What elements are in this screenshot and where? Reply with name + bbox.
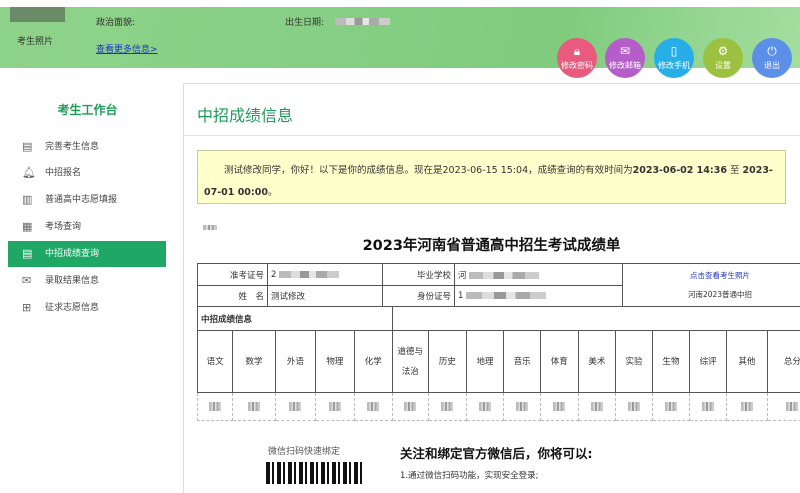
notice-start: 2023-06-02 14:36 bbox=[633, 165, 727, 176]
mail-icon: ✉ bbox=[605, 45, 645, 59]
ticket-label: 准考证号 bbox=[198, 264, 268, 286]
change-email-button[interactable]: ✉修改邮箱 bbox=[605, 38, 645, 78]
score-cell bbox=[429, 393, 467, 421]
wechat-scan-label: 微信扫码快速绑定 bbox=[268, 444, 340, 457]
subject-header: 体育 bbox=[540, 331, 578, 393]
score-cell bbox=[466, 393, 504, 421]
logo-blurred bbox=[203, 225, 217, 230]
sidebar-item-score-query[interactable]: ▤中招成绩查询 bbox=[8, 241, 166, 267]
score-section-blank bbox=[392, 307, 800, 331]
score-cell bbox=[690, 393, 726, 421]
change-phone-button[interactable]: ▯修改手机 bbox=[654, 38, 694, 78]
notice-tail: 。 bbox=[268, 187, 278, 198]
sidebar-item-application[interactable]: ▥普通高中志愿填报 bbox=[8, 187, 166, 213]
subject-header: 道德与法治 bbox=[392, 331, 428, 393]
sidebar-title: 考生工作台 bbox=[0, 101, 175, 118]
subject-header: 综评 bbox=[690, 331, 726, 393]
settings-button[interactable]: ⚙设置 bbox=[703, 38, 743, 78]
subject-header: 音乐 bbox=[504, 331, 540, 393]
score-cell bbox=[616, 393, 652, 421]
power-icon: ⏻ bbox=[752, 45, 792, 59]
student-photo bbox=[10, 7, 65, 22]
subject-header: 物理 bbox=[315, 331, 354, 393]
subject-header: 总分 bbox=[768, 331, 800, 393]
birth-label: 出生日期: bbox=[285, 15, 324, 28]
student-info-table: 准考证号 2 毕业学校 河 点击查看考生照片 河南2023普通中招 姓 名 测试… bbox=[197, 263, 800, 307]
score-cell bbox=[768, 393, 800, 421]
id-value: 1 bbox=[455, 286, 623, 307]
photo-label: 考生照片 bbox=[17, 34, 53, 47]
more-info-link[interactable]: 查看更多信息> bbox=[96, 42, 158, 55]
score-cell bbox=[233, 393, 276, 421]
id-label: 身份证号 bbox=[383, 286, 455, 307]
subject-header: 数学 bbox=[233, 331, 276, 393]
sidebar-item-admission-result[interactable]: ✉录取结果信息 bbox=[8, 268, 166, 294]
bell-icon: 🔔︎ bbox=[22, 160, 36, 186]
score-section-label: 中招成绩信息 bbox=[198, 307, 393, 331]
score-cell bbox=[578, 393, 616, 421]
sidebar-item-complete-info[interactable]: ▤完善考生信息 bbox=[8, 134, 166, 160]
score-cell bbox=[652, 393, 690, 421]
gear-icon: ⚙ bbox=[703, 45, 743, 59]
score-cell bbox=[198, 393, 233, 421]
subject-header: 历史 bbox=[429, 331, 467, 393]
subject-header: 实验 bbox=[616, 331, 652, 393]
sidebar-item-registration[interactable]: 🔔︎中招报名 bbox=[8, 160, 166, 186]
subject-header-row: 语文数学外语物理化学道德与法治历史地理音乐体育美术实验生物综评其他总分 bbox=[198, 331, 800, 393]
sidebar-item-exam-room[interactable]: ▦考场查询 bbox=[8, 214, 166, 240]
score-cell bbox=[540, 393, 578, 421]
score-row bbox=[198, 393, 800, 421]
score-cell bbox=[726, 393, 767, 421]
building-icon: ▥ bbox=[22, 187, 32, 213]
birth-value bbox=[335, 18, 390, 25]
school-value: 河 bbox=[455, 264, 623, 286]
score-cell bbox=[315, 393, 354, 421]
score-cell bbox=[392, 393, 428, 421]
score-table: 中招成绩信息 语文数学外语物理化学道德与法治历史地理音乐体育美术实验生物综评其他… bbox=[197, 306, 800, 421]
title-divider bbox=[183, 135, 800, 136]
subject-header: 地理 bbox=[466, 331, 504, 393]
sidebar-item-solicit-application[interactable]: ⊞征求志愿信息 bbox=[8, 295, 166, 321]
wechat-benefit-item: 1.通过微信扫码功能，实现安全登录; bbox=[400, 469, 538, 481]
change-password-button[interactable]: 🔒︎修改密码 bbox=[557, 38, 597, 78]
score-cell bbox=[504, 393, 540, 421]
score-cell bbox=[354, 393, 392, 421]
report-title: 2023年河南省普通高中招生考试成绩单 bbox=[197, 234, 786, 255]
name-value: 测试修改 bbox=[268, 286, 383, 307]
view-photo-link[interactable]: 点击查看考生照片 bbox=[626, 270, 800, 281]
wechat-heading: 关注和绑定官方微信后，你将可以: bbox=[400, 443, 593, 462]
logout-button[interactable]: ⏻退出 bbox=[752, 38, 792, 78]
score-cell bbox=[275, 393, 315, 421]
political-label: 政治面貌: bbox=[96, 15, 135, 28]
notice-box: 测试修改同学，你好！以下是你的成绩信息。现在是2023-06-15 15:04，… bbox=[197, 150, 786, 204]
school-label: 毕业学校 bbox=[383, 264, 455, 286]
subject-header: 生物 bbox=[652, 331, 690, 393]
ticket-value: 2 bbox=[268, 264, 383, 286]
subject-header: 美术 bbox=[578, 331, 616, 393]
wechat-qr-code bbox=[266, 462, 362, 484]
grid-icon: ▦ bbox=[22, 214, 32, 240]
phone-icon: ▯ bbox=[654, 45, 694, 59]
subject-header: 语文 bbox=[198, 331, 233, 393]
subject-header: 其他 bbox=[726, 331, 767, 393]
envelope-icon: ✉ bbox=[22, 268, 31, 294]
subject-header: 化学 bbox=[354, 331, 392, 393]
form-add-icon: ⊞ bbox=[22, 295, 31, 321]
notice-text: 测试修改同学，你好！以下是你的成绩信息。现在是2023-06-15 15:04，… bbox=[204, 165, 633, 176]
notice-to: 至 bbox=[727, 165, 743, 176]
id-card-icon: ▤ bbox=[22, 134, 32, 160]
subject-header: 外语 bbox=[275, 331, 315, 393]
document-icon: ▤ bbox=[22, 241, 32, 267]
lock-icon: 🔒︎ bbox=[557, 45, 597, 59]
photo-caption: 河南2023普通中招 bbox=[626, 289, 800, 300]
name-label: 姓 名 bbox=[198, 286, 268, 307]
page-title: 中招成绩信息 bbox=[197, 102, 293, 126]
